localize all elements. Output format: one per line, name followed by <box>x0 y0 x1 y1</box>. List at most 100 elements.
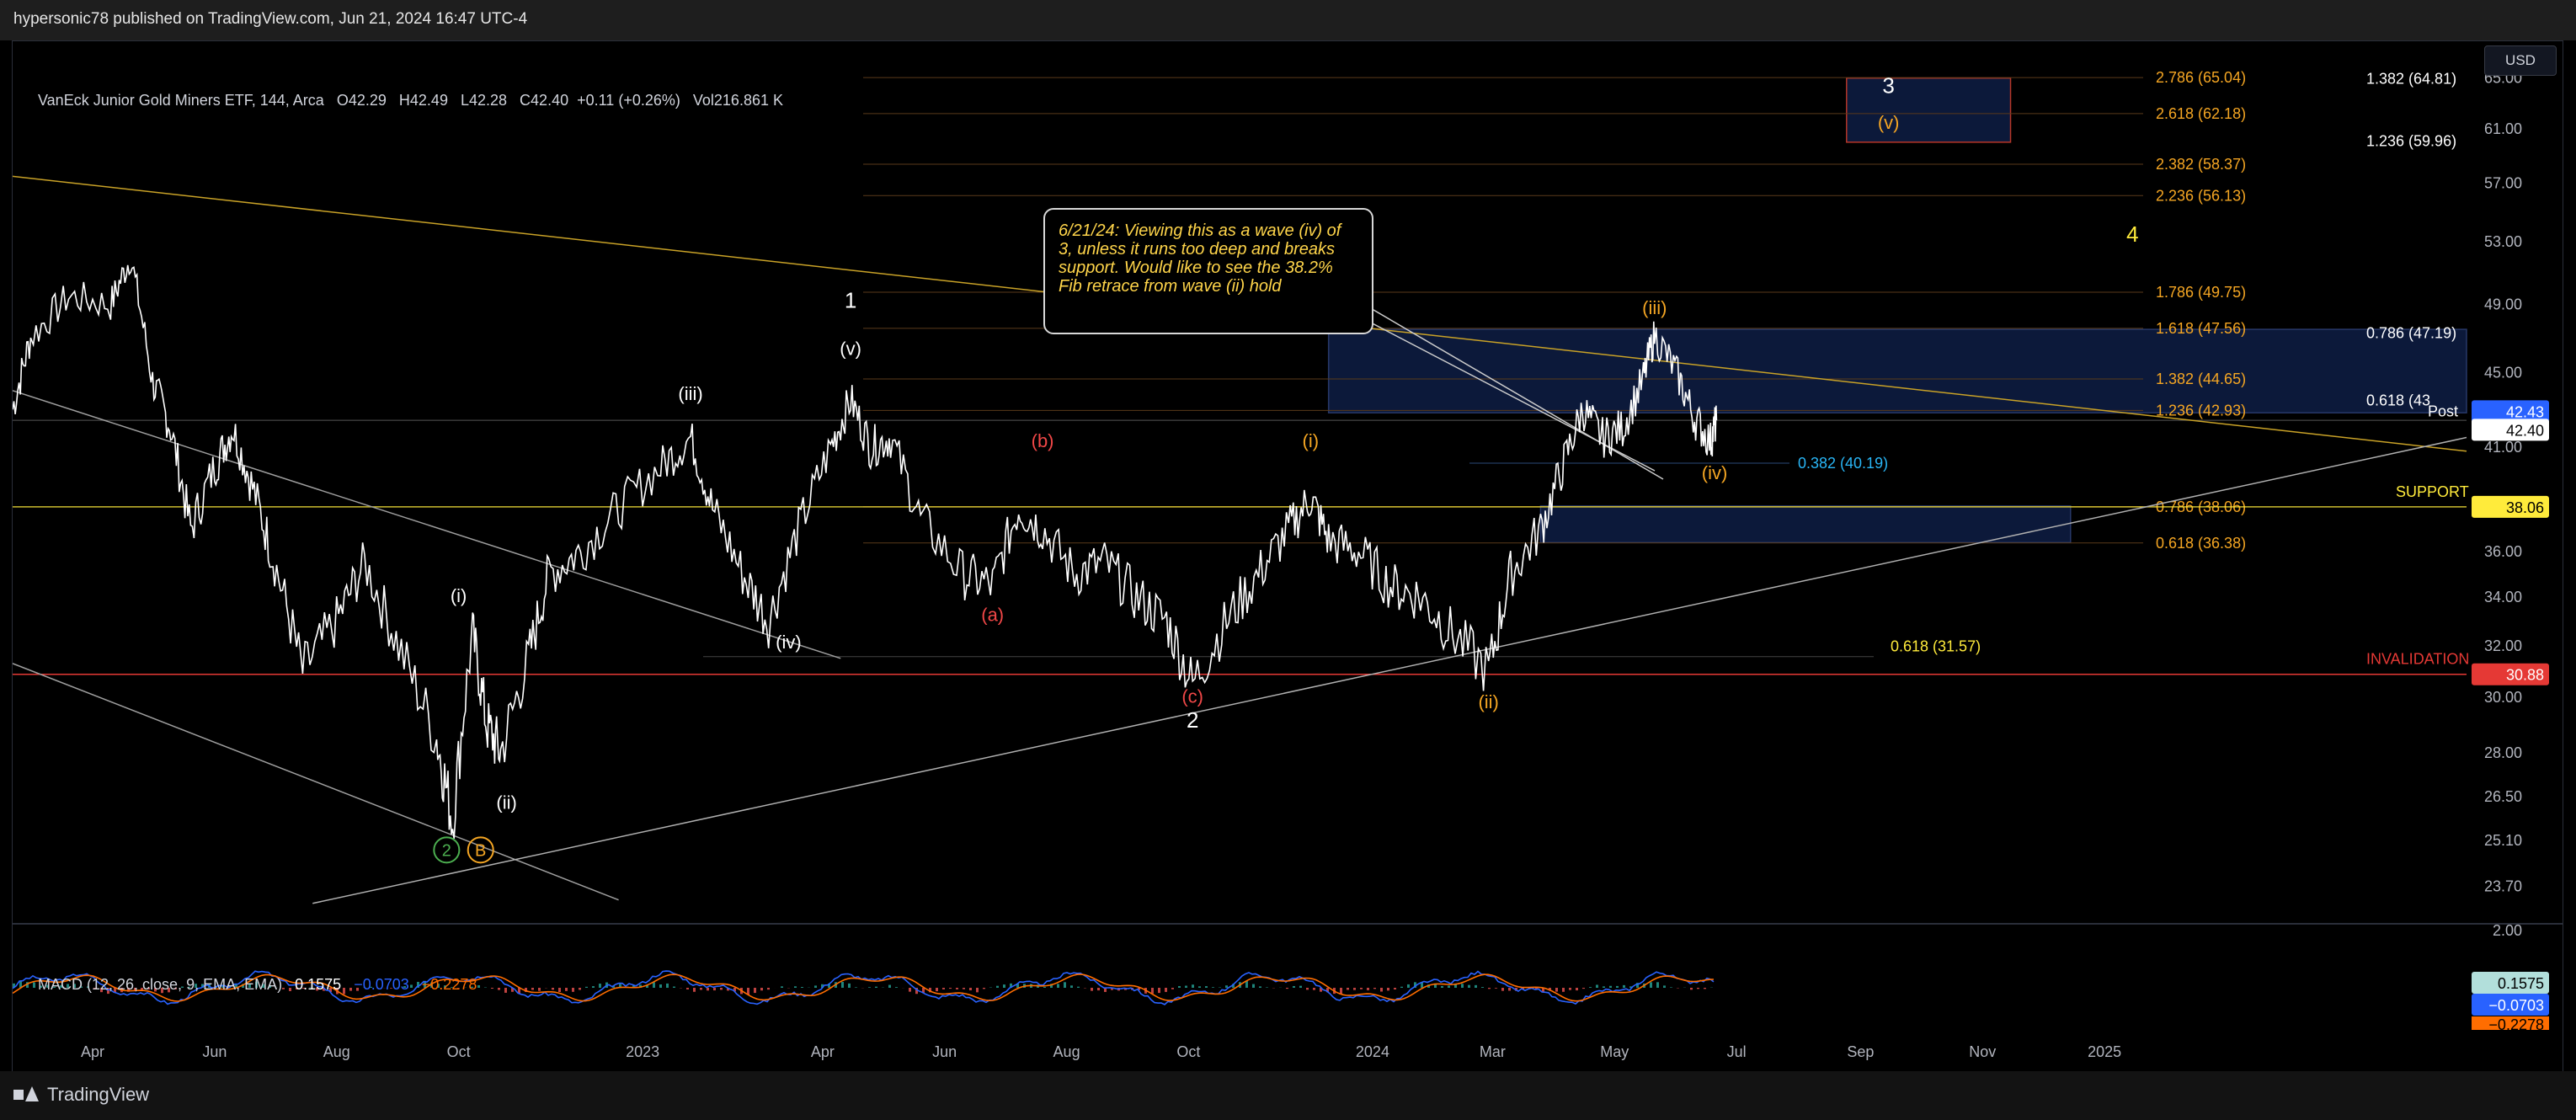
macd-histogram-bar <box>673 986 675 988</box>
y-tick-label: 45.00 <box>2484 365 2522 381</box>
macd-histogram-bar <box>33 982 35 988</box>
macd-histogram-bar <box>498 988 500 990</box>
macd-histogram-bar <box>1347 988 1349 990</box>
support-label: SUPPORT <box>2396 483 2469 500</box>
macd-histogram-bar <box>754 988 756 994</box>
macd-histogram-bar <box>1360 988 1363 989</box>
annotation-note[interactable]: 6/21/24: Viewing this as a wave (iv) of … <box>1043 208 1373 334</box>
macd-histogram-bar <box>1151 988 1154 994</box>
x-tick-label: Sep <box>1847 1043 1874 1060</box>
macd-histogram-bar <box>1340 988 1342 995</box>
x-tick-label: 2023 <box>626 1043 659 1060</box>
macd-histogram-bar <box>1367 988 1369 990</box>
macd-histogram-bar <box>1663 985 1666 988</box>
wave-label: (b) <box>1032 430 1054 451</box>
x-tick-label: Nov <box>1969 1043 1996 1060</box>
macd-histogram-bar <box>1070 985 1073 988</box>
macd-tick-label: 2.00 <box>2493 922 2522 939</box>
close-label: C <box>520 92 531 109</box>
footer-brand: TradingView <box>47 1084 150 1105</box>
x-tick-label: May <box>1600 1043 1629 1060</box>
macd-histogram-bar <box>1448 985 1450 988</box>
macd-histogram-bar <box>1158 988 1160 994</box>
publisher-text: hypersonic78 published on TradingView.co… <box>13 10 528 28</box>
macd-histogram-bar <box>1252 984 1255 988</box>
fib-level-label: 0.618 (36.38) <box>2156 535 2246 552</box>
macd-histogram-bar <box>592 986 595 988</box>
macd-histogram-bar <box>781 986 783 988</box>
target-zone <box>1327 328 2467 413</box>
low-label: L <box>460 92 469 109</box>
fib-level-label: 1.236 (42.93) <box>2156 402 2246 419</box>
macd-histogram-bar <box>1165 988 1167 992</box>
fib-level-label: 2.786 (65.04) <box>2156 69 2246 86</box>
last-price-tag: 42.40 <box>2506 422 2544 439</box>
price-chart[interactable]: 2.786 (65.04) 2.618 (62.18) 2.382 (58.37) 2… <box>13 41 2563 1072</box>
macd-histogram-bar <box>1097 988 1100 991</box>
y-tick-label: 41.00 <box>2484 439 2522 456</box>
macd-histogram-bar <box>1461 984 1464 988</box>
volume-label: Vol <box>692 92 714 109</box>
circled-wave-label: B <box>475 841 486 860</box>
wave-label: (c) <box>1181 686 1203 707</box>
macd-legend: MACD (12, 26, close, 9, EMA, EMA) 0.1575… <box>38 976 477 994</box>
macd-histogram-bar <box>1225 985 1228 988</box>
y-tick-label: 25.10 <box>2484 832 2522 849</box>
y-tick-label: 23.70 <box>2484 877 2522 894</box>
macd-histogram-bar <box>1562 988 1565 992</box>
wave-label: (iii) <box>1642 297 1667 318</box>
macd-histogram-bar <box>1656 982 1659 988</box>
x-tick-label: Oct <box>447 1043 471 1060</box>
macd-histogram-bar <box>942 988 945 989</box>
macd-histogram-bar <box>1603 986 1605 988</box>
histogram-value-tag: −0.2278 <box>2488 1016 2544 1033</box>
fib-level-label: 1.786 (49.75) <box>2156 284 2246 301</box>
x-tick-label: 2025 <box>2088 1043 2121 1060</box>
macd-histogram-bar <box>1373 988 1376 989</box>
fib-white-label: 1.236 (59.96) <box>2366 132 2456 149</box>
macd-histogram-bar <box>868 987 871 988</box>
macd-histogram-bar <box>1623 984 1625 988</box>
macd-histogram-bar <box>956 988 958 989</box>
macd-histogram-bar <box>1616 985 1619 988</box>
circled-wave-label: 2 <box>442 841 451 860</box>
currency-button[interactable]: USD <box>2484 45 2557 76</box>
macd-histogram-bar <box>1555 988 1558 992</box>
macd-histogram-bar <box>572 988 574 992</box>
macd-histogram-bar <box>1003 984 1005 988</box>
change-value: +0.11 (+0.26%) <box>577 92 680 109</box>
macd-histogram-bar <box>504 988 507 993</box>
wave-label: (v) <box>1878 112 1900 133</box>
fib-white-label: 0.618 (43 <box>2366 392 2430 408</box>
fib-level-label: 2.618 (62.18) <box>2156 105 2246 122</box>
post-price-tag: 42.43 <box>2506 403 2544 420</box>
fib-white-label: 1.382 (64.81) <box>2366 70 2456 87</box>
macd-histogram-bar <box>888 984 891 988</box>
signal-value: −0.0703 <box>354 976 409 993</box>
macd-histogram-bar <box>1064 982 1066 988</box>
y-tick-label: 32.00 <box>2484 637 2522 654</box>
y-tick-label: 30.00 <box>2484 689 2522 706</box>
macd-histogram-bar <box>1508 988 1511 991</box>
macd-histogram-bar <box>713 988 716 991</box>
invalidation-label: INVALIDATION <box>2366 651 2469 668</box>
y-tick-label: 36.00 <box>2484 543 2522 560</box>
macd-histogram-bar <box>814 985 817 988</box>
chart-frame[interactable]: 2.786 (65.04) 2.618 (62.18) 2.382 (58.37) 2… <box>12 40 2563 1073</box>
macd-histogram-bar <box>599 984 601 988</box>
x-tick-label: Apr <box>811 1043 835 1060</box>
y-tick-label: 26.50 <box>2484 788 2522 805</box>
macd-histogram-bar <box>1569 988 1571 990</box>
macd-histogram-bar <box>976 988 979 993</box>
macd-histogram-bar <box>855 987 857 988</box>
y-tick-label: 61.00 <box>2484 120 2522 137</box>
tradingview-logo[interactable]: TradingView <box>13 1084 149 1106</box>
wave-label: 4 <box>2126 221 2138 247</box>
macd-histogram-bar <box>1609 985 1612 988</box>
wave-label: (ii) <box>496 792 516 813</box>
macd-histogram-bar <box>1306 988 1309 990</box>
macd-histogram-bar <box>949 988 952 989</box>
macd-histogram-bar <box>1394 988 1396 989</box>
macd-histogram-bar <box>1171 988 1174 989</box>
wave-label: (i) <box>451 585 467 606</box>
